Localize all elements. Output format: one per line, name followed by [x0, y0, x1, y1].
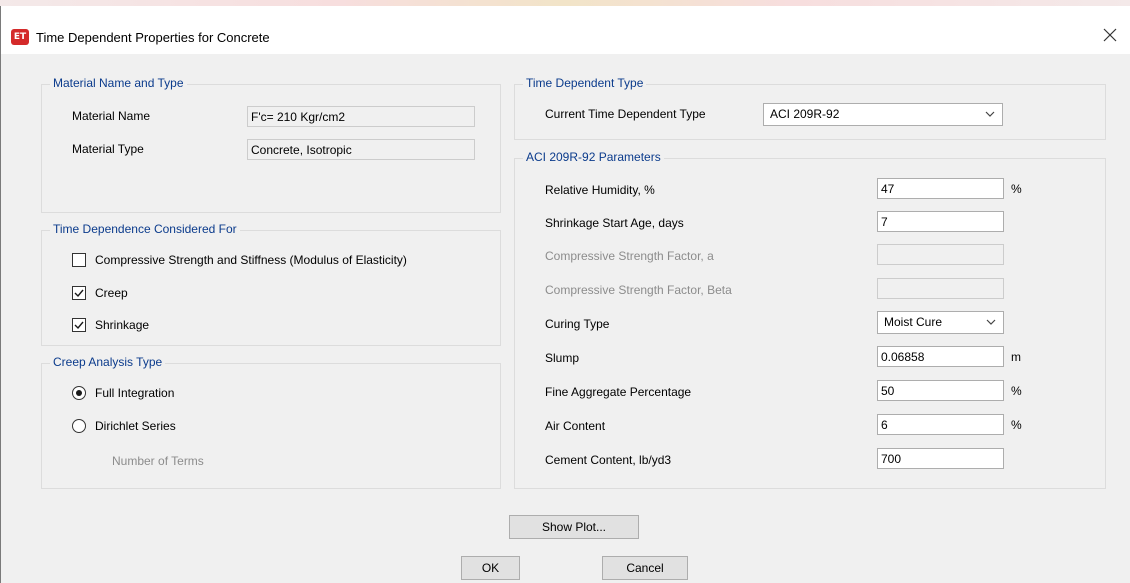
material-name-label: Material Name	[72, 109, 151, 123]
curing-type-label: Curing Type	[545, 317, 610, 331]
aci-params-group-title: ACI 209R-92 Parameters	[523, 150, 664, 164]
time-dependent-type-group-title: Time Dependent Type	[523, 76, 647, 90]
window-title: Time Dependent Properties for Concrete	[36, 30, 270, 45]
slump-unit: m	[1011, 350, 1021, 364]
curing-type-select[interactable]: Moist Cure	[877, 311, 1004, 334]
cement-content-label: Cement Content, lb/yd3	[545, 453, 672, 467]
cement-content-field[interactable]	[877, 448, 1004, 469]
material-group-title: Material Name and Type	[50, 76, 187, 90]
air-content-unit: %	[1011, 418, 1022, 432]
material-type-field[interactable]	[247, 139, 475, 160]
fine-aggregate-unit: %	[1011, 384, 1022, 398]
creep-label: Creep	[95, 286, 128, 300]
close-icon	[1103, 28, 1117, 42]
dialog-content: Material Name and Type Material Name Mat…	[1, 54, 1130, 583]
checkmark-icon	[74, 289, 84, 298]
chevron-down-icon	[985, 111, 995, 117]
full-integration-label: Full Integration	[95, 386, 175, 400]
shrinkage-age-label: Shrinkage Start Age, days	[545, 216, 684, 230]
title-bar: ET Time Dependent Properties for Concret…	[1, 6, 1130, 54]
air-content-label: Air Content	[545, 419, 606, 433]
strength-factor-beta-label: Compressive Strength Factor, Beta	[545, 283, 732, 297]
shrinkage-checkbox[interactable]	[72, 318, 86, 332]
dirichlet-series-radio[interactable]	[72, 419, 86, 433]
curing-type-value: Moist Cure	[884, 315, 943, 329]
radio-dot	[76, 390, 82, 396]
compressive-strength-label: Compressive Strength and Stiffness (Modu…	[95, 253, 407, 267]
creep-analysis-group-title: Creep Analysis Type	[50, 355, 166, 369]
material-group: Material Name and Type Material Name Mat…	[41, 76, 501, 213]
humidity-field[interactable]	[877, 178, 1004, 199]
slump-label: Slump	[545, 351, 580, 365]
time-dependence-group: Time Dependence Considered For Compressi…	[41, 222, 501, 346]
fine-aggregate-field[interactable]	[877, 380, 1004, 401]
time-dependent-type-value: ACI 209R-92	[770, 107, 840, 121]
show-plot-button[interactable]: Show Plot...	[509, 515, 639, 539]
aci-params-group: ACI 209R-92 Parameters Relative Humidity…	[514, 150, 1106, 489]
fine-aggregate-label: Fine Aggregate Percentage	[545, 385, 692, 399]
dirichlet-series-label: Dirichlet Series	[95, 419, 176, 433]
material-name-field[interactable]	[247, 106, 475, 127]
material-type-label: Material Type	[72, 142, 144, 156]
air-content-field[interactable]	[877, 414, 1004, 435]
strength-factor-a-label: Compressive Strength Factor, a	[545, 249, 714, 263]
time-dependent-type-label: Current Time Dependent Type	[545, 107, 706, 121]
ok-button[interactable]: OK	[461, 556, 520, 580]
compressive-strength-checkbox[interactable]	[72, 253, 86, 267]
slump-field[interactable]	[877, 346, 1004, 367]
app-icon: ET	[11, 29, 29, 45]
humidity-unit: %	[1011, 182, 1022, 196]
time-dependence-group-title: Time Dependence Considered For	[50, 222, 240, 236]
close-button[interactable]	[1098, 23, 1122, 47]
full-integration-radio[interactable]	[72, 386, 86, 400]
shrinkage-label: Shrinkage	[95, 318, 150, 332]
time-dependent-type-group: Time Dependent Type Current Time Depende…	[514, 76, 1106, 140]
creep-checkbox[interactable]	[72, 286, 86, 300]
cancel-button[interactable]: Cancel	[602, 556, 688, 580]
chevron-down-icon	[986, 319, 996, 325]
number-of-terms-label: Number of Terms	[112, 454, 204, 468]
creep-analysis-group: Creep Analysis Type Full Integration Dir…	[41, 355, 501, 489]
shrinkage-age-field[interactable]	[877, 211, 1004, 232]
time-dependent-type-select[interactable]: ACI 209R-92	[763, 103, 1003, 126]
strength-factor-beta-field	[877, 278, 1004, 299]
humidity-label: Relative Humidity, %	[545, 183, 655, 197]
checkmark-icon	[74, 321, 84, 330]
strength-factor-a-field	[877, 244, 1004, 265]
